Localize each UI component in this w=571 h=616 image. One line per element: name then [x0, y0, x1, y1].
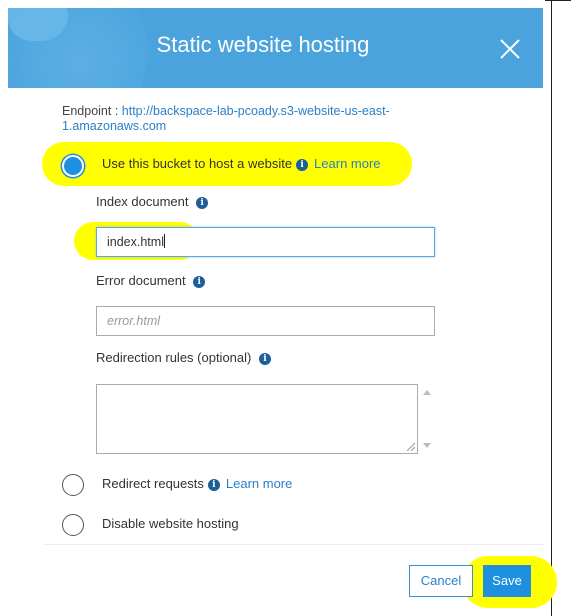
redirect-requests-radio[interactable]: [62, 474, 84, 496]
resize-grip-icon[interactable]: [405, 441, 415, 451]
endpoint-label: Endpoint :: [62, 104, 122, 118]
error-document-label-row: Error document i: [96, 273, 206, 288]
error-document-label: Error document: [96, 273, 186, 288]
info-icon[interactable]: i: [258, 353, 271, 365]
cancel-button[interactable]: Cancel: [409, 565, 473, 597]
disable-hosting-label: Disable website hosting: [102, 516, 239, 531]
error-document-placeholder: error.html: [107, 314, 161, 328]
close-icon[interactable]: [497, 36, 523, 62]
host-website-radio[interactable]: [62, 155, 84, 177]
textarea-scrollbar[interactable]: [420, 384, 436, 454]
index-document-value: index.html: [107, 235, 164, 249]
info-icon[interactable]: i: [193, 276, 206, 288]
scroll-up-icon[interactable]: [423, 390, 431, 395]
info-icon[interactable]: i: [196, 197, 209, 209]
index-document-label-row: Index document i: [96, 194, 209, 209]
save-button[interactable]: Save: [483, 565, 531, 597]
disable-hosting-option: Disable website hosting: [102, 516, 239, 531]
redirection-rules-textarea[interactable]: [96, 384, 418, 454]
footer-divider: [44, 544, 544, 545]
host-website-label: Use this bucket to host a website: [102, 156, 293, 171]
redirect-learn-more-link[interactable]: Learn more: [226, 476, 292, 491]
error-document-input[interactable]: error.html: [96, 306, 435, 336]
endpoint: Endpoint : http://backspace-lab-pcoady.s…: [62, 104, 462, 134]
redirection-rules-label-row: Redirection rules (optional) i: [96, 350, 271, 365]
index-document-input[interactable]: index.html: [96, 227, 435, 257]
scroll-down-icon[interactable]: [423, 443, 431, 448]
window-border-right: [551, 0, 552, 616]
disable-hosting-radio[interactable]: [62, 514, 84, 536]
window-border-top: [545, 0, 571, 1]
dialog-header: Static website hosting: [8, 8, 543, 88]
dialog-title: Static website hosting: [156, 32, 370, 57]
redirect-requests-option: Redirect requests i Learn more: [102, 476, 292, 491]
text-caret: [163, 234, 165, 248]
host-website-option: Use this bucket to host a website i Learn …: [102, 156, 381, 171]
info-icon[interactable]: i: [296, 159, 309, 171]
redirect-requests-label: Redirect requests: [102, 476, 204, 491]
redirection-rules-label: Redirection rules (optional): [96, 350, 252, 365]
info-icon[interactable]: i: [207, 479, 220, 491]
host-learn-more-link[interactable]: Learn more: [314, 156, 380, 171]
index-document-label: Index document: [96, 194, 189, 209]
